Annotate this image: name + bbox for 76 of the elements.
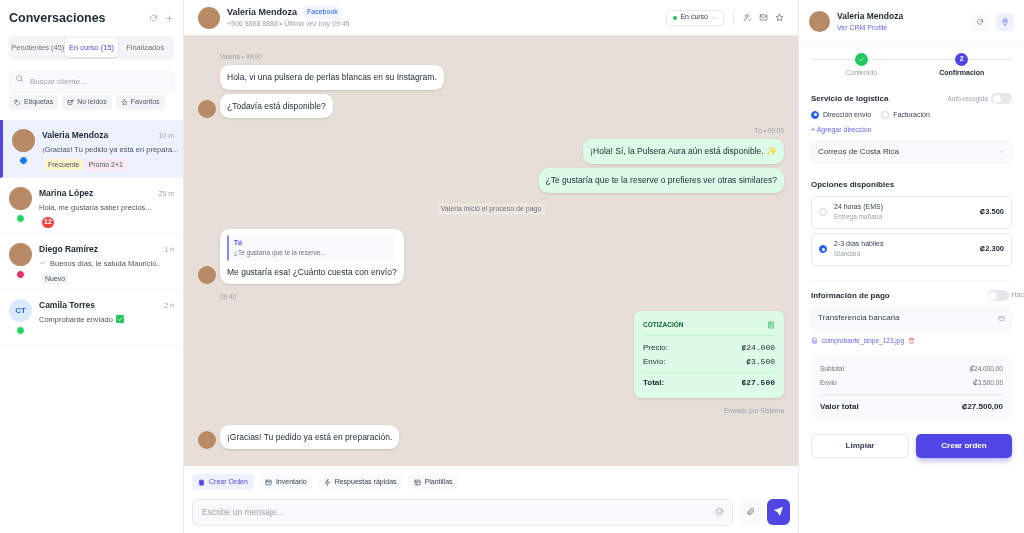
create-order-button[interactable]: Crear orden: [916, 433, 1012, 458]
summary-value: ₡27.500,00: [961, 400, 1003, 413]
search-icon: [15, 74, 24, 83]
order-icon: [198, 478, 205, 486]
section-title: Servicio de logística: [811, 92, 889, 105]
chevron-down-icon: [711, 14, 717, 21]
message-text: Me gustaría esa! ¿Cuánto cuesta con envío?: [227, 265, 397, 279]
message-bubble: Hola, vi una pulsera de perlas blancas en su Instagram.: [220, 64, 444, 90]
contact-name: Camila Torres: [39, 299, 96, 312]
whatsapp-icon: [16, 214, 25, 223]
quotation-value: ₡24.000: [741, 341, 775, 354]
message-bubble: ¿Te gustaría que te la reserve o prefieres ver otras similares?: [538, 167, 784, 193]
inventory-icon: [264, 478, 272, 486]
chevron-down-icon: [999, 149, 1005, 155]
tag-icon: [14, 99, 21, 106]
send-icon: [774, 507, 783, 516]
refresh-icon: [976, 17, 984, 26]
search-field[interactable]: Buscar cliente...: [9, 70, 174, 93]
avatar: [9, 187, 32, 210]
attach-button[interactable]: [739, 498, 761, 525]
summary-label: Valor total: [820, 400, 859, 413]
mail-button[interactable]: [759, 13, 768, 22]
send-button[interactable]: [767, 498, 790, 525]
sidebar-title: Conversaciones: [9, 10, 106, 27]
quotation-value: ₡27.500: [741, 376, 775, 389]
message-bubble: ¡Hola! Sí, la Pulsera Aura aún está disponible. ✨: [583, 139, 784, 164]
refresh-button[interactable]: [971, 12, 989, 31]
whatsapp-icon: [16, 326, 25, 335]
user-button[interactable]: [743, 13, 752, 22]
template-icon: [413, 478, 421, 486]
mail-icon: [759, 13, 768, 22]
quotation-label: Envío:: [643, 355, 666, 368]
star-icon: [775, 13, 784, 22]
payment-method-field[interactable]: Transferencia bancaria: [811, 306, 1012, 330]
message-bubble: ¡Gracias! Tu pedido ya está en preparación.: [220, 424, 400, 450]
instagram-icon: [16, 270, 25, 279]
quotation-label: Total:: [643, 376, 665, 389]
avatar: [9, 243, 32, 266]
quotation-value: ₡3.500: [746, 355, 775, 368]
radio-button[interactable]: [819, 245, 827, 253]
message-input[interactable]: Escribe un mensaje...: [192, 498, 733, 526]
quotation-label: Precio:: [643, 341, 668, 354]
trash-icon: [908, 336, 916, 344]
contact-name: Marina López: [39, 187, 94, 200]
contact-name: Diego Ramírez: [39, 243, 99, 256]
file-icon: [811, 336, 818, 344]
bolt-icon: [323, 478, 331, 486]
carrier-select[interactable]: Correos de Costa Rica: [811, 140, 1012, 164]
facebook-icon: [19, 156, 28, 165]
contact-name: Valeria Mendoza: [227, 5, 298, 19]
paperclip-icon: [745, 507, 755, 516]
add-icon: [165, 13, 174, 23]
contact-name: Valeria Mendoza: [42, 129, 109, 142]
emoji-icon: [715, 507, 724, 516]
section-title: Opciones disponibles: [811, 178, 896, 191]
card-icon: [998, 314, 1005, 322]
refresh-icon: [149, 13, 158, 23]
location-button[interactable]: [996, 12, 1014, 31]
toggle-switch[interactable]: [991, 93, 1012, 104]
avatar: CT: [9, 299, 32, 322]
unread-icon: [67, 99, 75, 106]
clear-button[interactable]: Limpiar: [811, 433, 909, 458]
toggle-switch[interactable]: [987, 290, 1009, 301]
star-button[interactable]: [775, 13, 784, 22]
map-pin-icon: [1001, 17, 1009, 26]
user-icon: [743, 13, 752, 22]
radio-button[interactable]: [811, 110, 819, 119]
contact-name: Valeria Mendoza: [837, 9, 905, 23]
message-bubble: ¿Todavía está disponible?: [220, 93, 333, 119]
star-icon: [120, 99, 128, 106]
avatar: [198, 6, 220, 29]
avatar: [809, 11, 830, 32]
section-title: Información de pago: [811, 289, 890, 302]
avatar: [12, 129, 35, 152]
delete-button[interactable]: [908, 336, 916, 344]
receipt-icon: [767, 320, 775, 329]
